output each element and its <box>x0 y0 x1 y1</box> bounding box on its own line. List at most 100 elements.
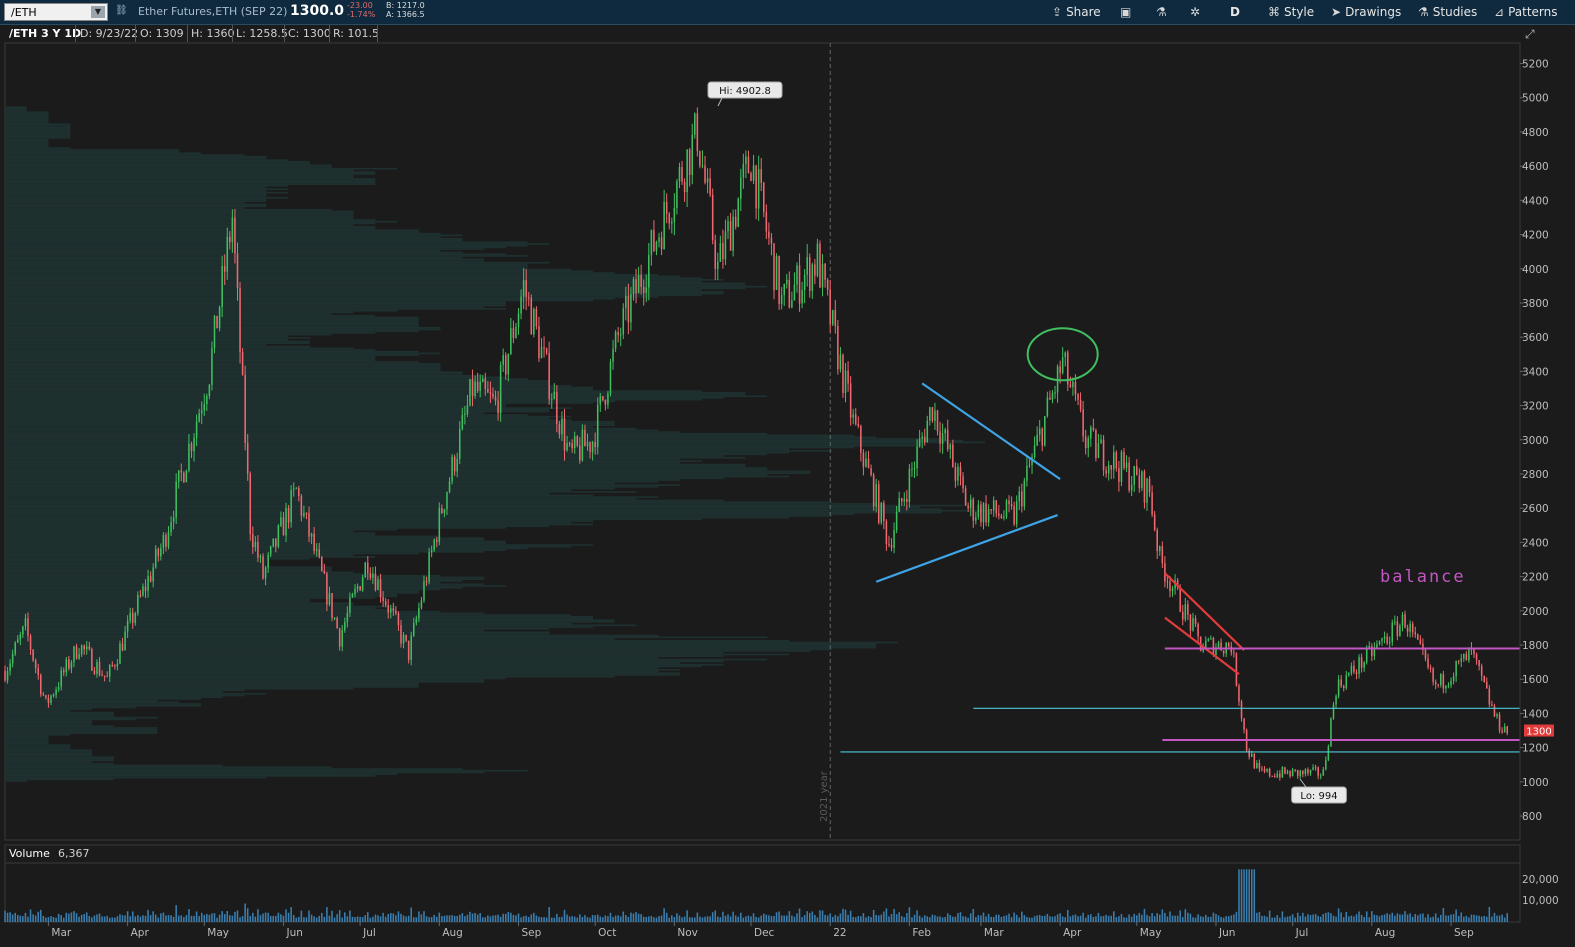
volume-bar <box>1143 908 1146 922</box>
candle-body <box>918 438 921 447</box>
candle-body <box>1307 769 1309 774</box>
candle-body <box>1015 501 1018 525</box>
volume-bar <box>959 912 962 922</box>
candle-body <box>724 231 727 260</box>
volume-profile-bar <box>5 244 528 247</box>
volume-profile-bar <box>5 393 746 396</box>
volume-bar <box>1233 914 1235 922</box>
candle-body <box>1064 352 1067 358</box>
volume-profile-bar <box>5 200 267 203</box>
price-chart[interactable]: 2021 yearbalanceHi: 4902.8Lo: 9945200500… <box>0 0 1575 947</box>
candle-body <box>354 588 356 595</box>
candle-body <box>1051 393 1054 400</box>
volume-profile-bar <box>5 149 180 151</box>
volume-bar <box>231 915 234 922</box>
volume-bar <box>277 912 280 922</box>
candle-body <box>83 645 85 650</box>
volume-profile-bar <box>5 109 27 112</box>
candle-body <box>962 476 964 489</box>
volume-bar <box>497 914 499 922</box>
volume-bar <box>1003 916 1005 922</box>
volume-bar <box>1187 912 1189 922</box>
candle-body <box>218 306 221 329</box>
volume-bar <box>344 912 346 922</box>
volume-bar <box>1373 914 1376 922</box>
volume-bar <box>272 915 275 922</box>
volume-bar <box>451 915 453 922</box>
candle-body <box>821 263 824 288</box>
volume-bar <box>990 916 992 922</box>
candle-body <box>806 257 808 275</box>
candle-body <box>1263 769 1266 772</box>
volume-bar <box>1100 916 1102 922</box>
candle-body <box>1440 674 1442 686</box>
year-marker-label: 2021 year <box>819 770 830 822</box>
volume-bar <box>1008 913 1010 922</box>
volume-bar <box>1174 915 1176 922</box>
volume-bar <box>1271 917 1273 922</box>
candle-body <box>793 284 796 301</box>
candle-body <box>183 472 185 483</box>
volume-profile-bar <box>5 277 702 280</box>
volume-bar <box>1250 869 1253 922</box>
candle-body <box>1486 681 1488 689</box>
candle-body <box>1281 767 1284 778</box>
volume-profile-bar <box>5 357 376 360</box>
volume-bar <box>241 915 244 922</box>
volume-profile-bar <box>5 617 593 620</box>
volume-bar <box>121 915 124 922</box>
candle-body <box>1256 762 1258 769</box>
candle-body <box>1322 769 1325 776</box>
candle-body <box>1493 705 1496 717</box>
candle-body <box>860 426 862 453</box>
volume-bar <box>1064 917 1067 922</box>
volume-profile-bar <box>5 285 768 288</box>
volume-profile-bar <box>5 256 463 259</box>
volume-profile-bar <box>5 631 550 634</box>
volume-bar <box>706 916 709 922</box>
volume-bar <box>1230 915 1233 922</box>
candle-body <box>1368 646 1371 648</box>
volume-bar <box>1148 916 1151 922</box>
volume-bar <box>890 914 893 922</box>
volume-profile-bar <box>5 571 354 574</box>
candle-body <box>1268 768 1271 776</box>
volume-bar <box>1348 916 1350 922</box>
volume-bar <box>596 914 599 922</box>
volume-bar <box>957 913 959 922</box>
volume-bar <box>1258 911 1261 922</box>
volume-profile-bar <box>5 733 71 736</box>
candle-body <box>476 381 479 391</box>
candle-body <box>106 676 108 678</box>
volume-profile-bar <box>5 701 180 704</box>
volume-profile-bar <box>5 367 441 370</box>
candle-body <box>1148 478 1151 493</box>
volume-profile-bar <box>5 727 158 729</box>
volume-bar <box>548 907 550 922</box>
volume-profile-bar <box>5 614 572 616</box>
volume-bar <box>1353 916 1355 922</box>
volume-profile-bar <box>5 323 419 326</box>
candle-body <box>144 586 147 591</box>
volume-profile-bar <box>5 480 659 483</box>
candle-body <box>323 570 326 574</box>
candle-body <box>1406 627 1409 632</box>
volume-bar <box>1498 915 1501 922</box>
volume-bar <box>1133 913 1135 922</box>
candle-body <box>648 255 650 288</box>
volume-bar <box>298 916 300 922</box>
volume-profile-bar <box>5 390 702 392</box>
candle-body <box>1455 661 1457 677</box>
candle-body <box>1179 587 1181 612</box>
candle-body <box>1491 704 1493 706</box>
volume-bar <box>484 917 487 922</box>
candle-body <box>949 444 952 450</box>
volume-profile-bar <box>5 434 855 437</box>
candle-body <box>957 466 959 481</box>
volume-bar <box>763 913 765 922</box>
volume-bar <box>602 917 604 922</box>
volume-bar <box>438 912 441 922</box>
candle-body <box>770 237 773 244</box>
candle-body <box>699 151 701 166</box>
candle-body <box>246 443 249 474</box>
